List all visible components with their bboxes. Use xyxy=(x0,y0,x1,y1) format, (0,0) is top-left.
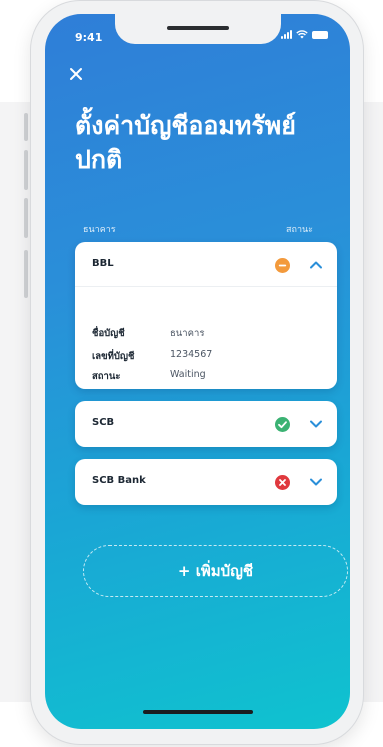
chevron-up-icon[interactable] xyxy=(309,259,323,271)
detail-label: ชื่อบัญชี xyxy=(92,328,125,339)
account-card-scb-bank: SCB Bank xyxy=(75,459,337,505)
detail-value: ธนาคาร xyxy=(170,328,205,339)
status-icons xyxy=(281,30,328,39)
app-screen: 9:41 ตั้งค่าบัญชีออมทรัพย์ปกติ ธนาคาร สถ… xyxy=(45,14,350,729)
bank-name: SCB xyxy=(92,417,115,428)
wifi-icon xyxy=(296,30,308,39)
account-card-scb: SCB xyxy=(75,401,337,447)
account-card-header[interactable]: SCB Bank xyxy=(75,459,337,503)
account-card-bbl: BBL ชื่อบัญชี ธนาคาร เลขที่บัญชี 1234567… xyxy=(75,242,337,389)
account-card-header[interactable]: SCB xyxy=(75,401,337,445)
column-header-status: สถานะ xyxy=(286,225,313,235)
cellular-signal-icon xyxy=(281,30,292,39)
bank-name: SCB Bank xyxy=(92,475,146,486)
detail-label: สถานะ xyxy=(92,371,121,382)
detail-value: 1234567 xyxy=(170,349,213,360)
add-account-button[interactable]: + เพิ่มบัญชี xyxy=(83,545,348,597)
check-circle-icon xyxy=(275,417,290,432)
phone-side-button xyxy=(24,113,28,141)
phone-notch xyxy=(115,14,281,44)
phone-side-button xyxy=(24,198,28,238)
detail-label: เลขที่บัญชี xyxy=(92,351,135,362)
column-header-bank: ธนาคาร xyxy=(83,225,116,235)
close-icon[interactable] xyxy=(68,66,84,82)
chevron-down-icon[interactable] xyxy=(309,476,323,488)
speaker-grille xyxy=(167,26,229,30)
minus-circle-icon xyxy=(275,258,290,273)
x-circle-icon xyxy=(275,475,290,490)
page-title: ตั้งค่าบัญชีออมทรัพย์ปกติ xyxy=(75,111,296,174)
chevron-down-icon[interactable] xyxy=(309,418,323,430)
battery-icon xyxy=(312,30,328,39)
mockup-stage: 9:41 ตั้งค่าบัญชีออมทรัพย์ปกติ ธนาคาร สถ… xyxy=(0,0,383,747)
phone-side-button xyxy=(24,150,28,190)
phone-side-button xyxy=(24,250,28,298)
detail-value: Waiting xyxy=(170,369,206,380)
status-time: 9:41 xyxy=(75,31,103,44)
home-indicator xyxy=(143,710,253,714)
bank-name: BBL xyxy=(92,258,114,269)
card-divider xyxy=(75,286,337,287)
account-card-header[interactable]: BBL xyxy=(75,242,337,286)
